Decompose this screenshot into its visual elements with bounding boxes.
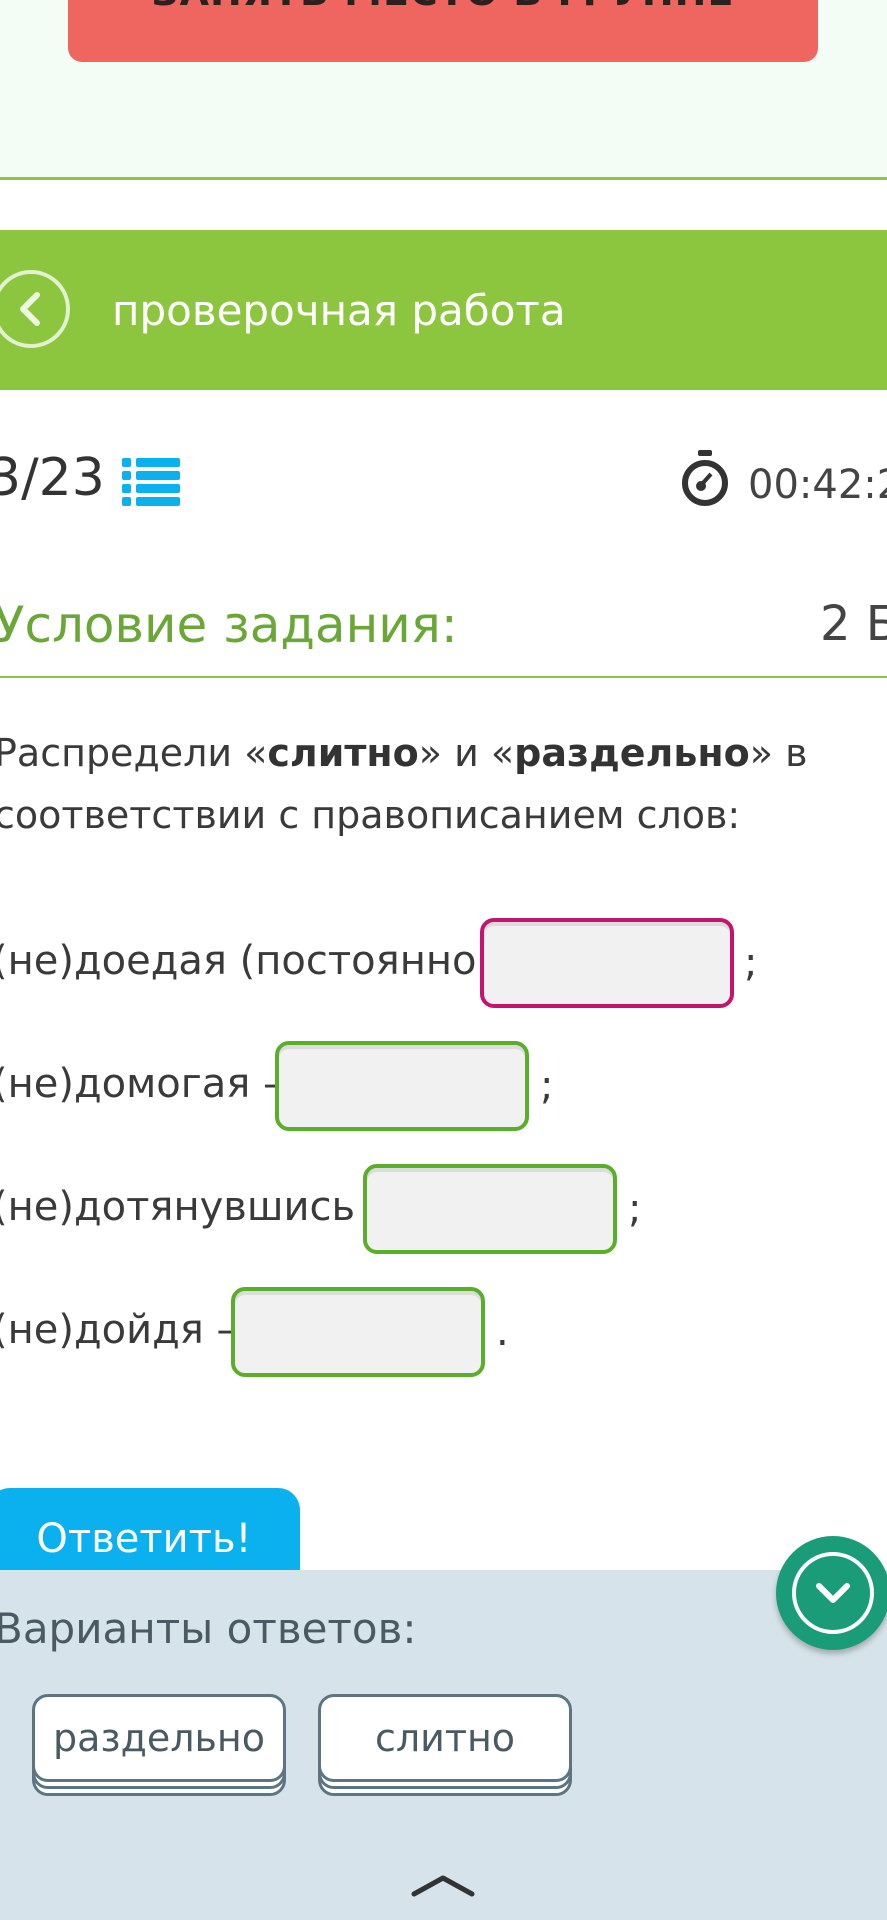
condition-label: Условие задания:: [0, 596, 458, 654]
task-line: (не)дотянувшись — ;: [0, 1164, 872, 1254]
answer-drop-box[interactable]: [480, 918, 734, 1008]
answer-option[interactable]: слитно: [318, 1694, 572, 1796]
progress-row: 3/23 00:42:23: [0, 440, 887, 520]
task-word: (не)дотянувшись —: [0, 1184, 408, 1230]
collapse-panel-button[interactable]: [776, 1536, 887, 1650]
task-word: (не)доедая (постоянно) —: [0, 938, 545, 984]
answer-option[interactable]: раздельно: [32, 1694, 286, 1796]
timer: 00:42:23: [748, 462, 887, 508]
question-counter: 3/23: [0, 448, 105, 508]
answer-drop-box[interactable]: [363, 1164, 617, 1254]
task-line: (не)доедая (постоянно) — ;: [0, 918, 872, 1008]
join-group-label: ЗАНЯТЬ МЕСТО В ГРУППЕ: [152, 0, 735, 14]
task-line: (не)дойдя — .: [0, 1287, 872, 1377]
page-title: проверочная работа: [112, 286, 566, 335]
instruction-text: » и «: [418, 731, 515, 775]
points-badge: 2 Б: [820, 596, 887, 652]
stopwatch-icon: [680, 450, 730, 512]
task-word: (не)домогая —: [0, 1061, 304, 1107]
answer-options-label: Варианты ответов:: [0, 1604, 417, 1653]
task-punctuation: ;: [540, 1063, 554, 1109]
condition-header: Условие задания: 2 Б: [0, 590, 887, 678]
instruction-keyword: раздельно: [514, 731, 750, 775]
task-instruction: Распредели «слитно» и «раздельно» в соот…: [0, 722, 874, 846]
join-group-button[interactable]: ЗАНЯТЬ МЕСТО В ГРУППЕ: [68, 0, 818, 62]
list-icon[interactable]: [122, 456, 180, 512]
chevron-down-icon: [792, 1552, 874, 1634]
back-arrow-icon: [20, 292, 40, 326]
top-banner: ЗАНЯТЬ МЕСТО В ГРУППЕ: [0, 0, 887, 180]
submit-answer-label: Ответить!: [36, 1516, 252, 1562]
chevron-up-icon[interactable]: [410, 1870, 476, 1904]
back-button[interactable]: [0, 270, 70, 348]
answer-drop-box[interactable]: [231, 1287, 485, 1377]
task-line: (не)домогая — ;: [0, 1041, 872, 1131]
instruction-text: Распредели «: [0, 731, 268, 775]
instruction-keyword: слитно: [267, 731, 419, 775]
answer-drop-box[interactable]: [275, 1041, 529, 1131]
answer-option-label: слитно: [318, 1694, 572, 1782]
task-punctuation: .: [496, 1309, 509, 1355]
task-punctuation: ;: [628, 1186, 642, 1232]
answer-options-panel: Варианты ответов: раздельно слитно: [0, 1570, 887, 1920]
task-punctuation: ;: [744, 940, 758, 986]
task-word: (не)дойдя —: [0, 1307, 257, 1353]
answer-option-label: раздельно: [32, 1694, 286, 1782]
header-bar: проверочная работа: [0, 230, 887, 390]
